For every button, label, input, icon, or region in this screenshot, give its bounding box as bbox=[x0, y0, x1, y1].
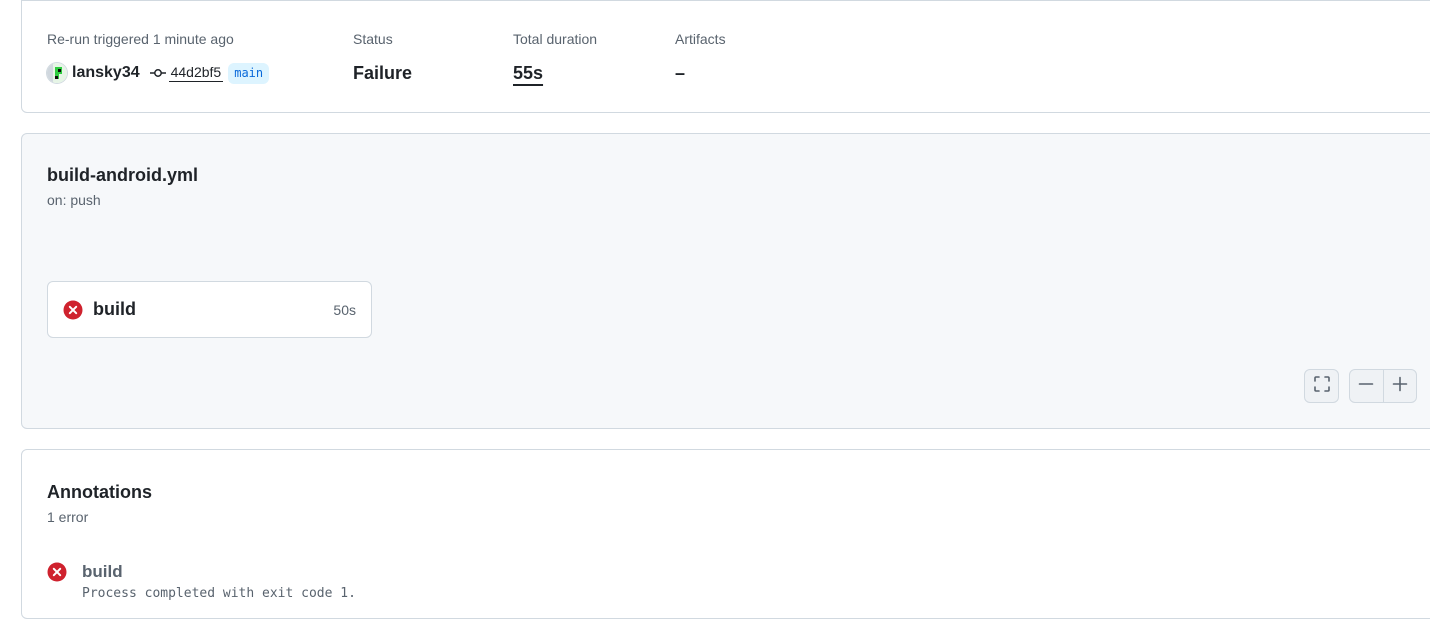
annotations-count: 1 error bbox=[47, 509, 89, 525]
x-circle-fill-icon bbox=[47, 562, 67, 582]
actor-link[interactable]: lansky34 bbox=[72, 64, 140, 82]
avatar-image bbox=[47, 63, 67, 83]
git-commit-icon bbox=[149, 65, 166, 81]
artifacts-value: – bbox=[675, 63, 686, 83]
annotation-item: build Process completed with exit code 1… bbox=[47, 562, 356, 601]
status-label: Status bbox=[353, 31, 393, 47]
plus-icon bbox=[1392, 376, 1408, 397]
workflow-file-name: build-android.yml bbox=[47, 165, 198, 185]
dash-icon bbox=[1358, 376, 1374, 397]
duration-label: Total duration bbox=[513, 31, 598, 47]
duration-column: Total duration 55s bbox=[513, 30, 597, 85]
annotations-card: Annotations 1 error build Process comple… bbox=[21, 449, 1430, 619]
screen-full-icon bbox=[1313, 375, 1331, 398]
artifacts-column: Artifacts – bbox=[675, 30, 726, 85]
annotation-message: Process completed with exit code 1. bbox=[82, 586, 356, 601]
run-summary-card: Re-run triggered 1 minute ago lansky34 4… bbox=[21, 0, 1430, 113]
avatar[interactable] bbox=[47, 63, 67, 83]
fullscreen-button[interactable] bbox=[1304, 369, 1339, 403]
job-node-build[interactable]: build 50s bbox=[47, 281, 372, 338]
zoom-in-button[interactable] bbox=[1383, 370, 1416, 402]
artifacts-label: Artifacts bbox=[675, 31, 726, 47]
annotations-title: Annotations bbox=[47, 482, 152, 502]
status-column: Status Failure bbox=[353, 30, 412, 85]
annotation-body: build Process completed with exit code 1… bbox=[82, 562, 356, 601]
annotation-job-link[interactable]: build bbox=[82, 562, 356, 582]
trigger-column: Re-run triggered 1 minute ago lansky34 4… bbox=[47, 30, 270, 85]
workflow-trigger: on: push bbox=[47, 192, 101, 208]
zoom-out-button[interactable] bbox=[1350, 370, 1383, 402]
status-value: Failure bbox=[353, 63, 413, 83]
duration-value-link[interactable]: 55s bbox=[513, 61, 597, 85]
job-duration: 50s bbox=[333, 301, 356, 318]
trigger-info-row: lansky34 44d2bf5 main bbox=[47, 61, 270, 85]
trigger-label: Re-run triggered 1 minute ago bbox=[47, 31, 234, 47]
commit-sha-link[interactable]: 44d2bf5 bbox=[168, 64, 224, 82]
workflow-graph-card: build-android.yml on: push build 50s bbox=[21, 133, 1430, 429]
zoom-controls bbox=[1349, 369, 1417, 403]
branch-label[interactable]: main bbox=[228, 62, 270, 84]
x-circle-fill-icon bbox=[63, 300, 83, 320]
job-name: build bbox=[93, 299, 136, 319]
